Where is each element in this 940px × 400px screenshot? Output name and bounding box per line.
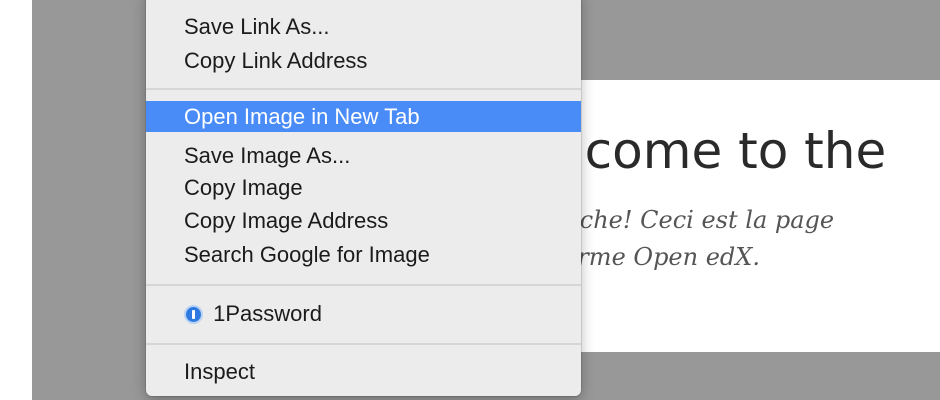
menu-item-copy-image[interactable]: Copy Image bbox=[146, 172, 581, 203]
welcome-card: elcome to the arche! Ceci est la page fo… bbox=[560, 80, 940, 352]
menu-item-label: Save Link As... bbox=[184, 14, 330, 39]
left-edge-background bbox=[0, 0, 32, 400]
menu-item-label: 1Password bbox=[213, 301, 322, 326]
welcome-heading: elcome to the bbox=[560, 122, 887, 180]
menu-separator bbox=[146, 284, 581, 286]
menu-item-copy-image-address[interactable]: Copy Image Address bbox=[146, 205, 581, 236]
screen: elcome to the arche! Ceci est la page fo… bbox=[0, 0, 940, 400]
menu-item-copy-link-address[interactable]: Copy Link Address bbox=[146, 45, 581, 76]
menu-item-label: Copy Image bbox=[184, 175, 303, 200]
menu-item-label: Copy Image Address bbox=[184, 208, 389, 233]
menu-item-save-link-as[interactable]: Save Link As... bbox=[146, 11, 581, 42]
menu-item-search-google-for-image[interactable]: Search Google for Image bbox=[146, 239, 581, 270]
menu-item-inspect[interactable]: Inspect bbox=[146, 356, 581, 387]
menu-item-label: Save Image As... bbox=[184, 143, 351, 168]
welcome-intro-line-1: arche! Ceci est la page bbox=[560, 206, 835, 234]
menu-item-label: Search Google for Image bbox=[184, 242, 430, 267]
welcome-intro-line-2: forme Open edX. bbox=[560, 243, 761, 271]
menu-separator bbox=[146, 88, 581, 90]
menu-item-label: Open Image in New Tab bbox=[184, 104, 420, 129]
menu-item-save-image-as[interactable]: Save Image As... bbox=[146, 140, 581, 171]
context-menu: Save Link As... Copy Link Address Open I… bbox=[146, 0, 581, 396]
welcome-intro: arche! Ceci est la page forme Open edX. bbox=[560, 202, 834, 276]
menu-separator bbox=[146, 343, 581, 345]
menu-item-open-image-in-new-tab[interactable]: Open Image in New Tab bbox=[146, 101, 581, 132]
menu-item-label: Inspect bbox=[184, 359, 255, 384]
menu-item-1password[interactable]: 1Password bbox=[146, 298, 581, 329]
menu-item-label: Copy Link Address bbox=[184, 48, 368, 73]
onepassword-icon bbox=[184, 305, 203, 324]
